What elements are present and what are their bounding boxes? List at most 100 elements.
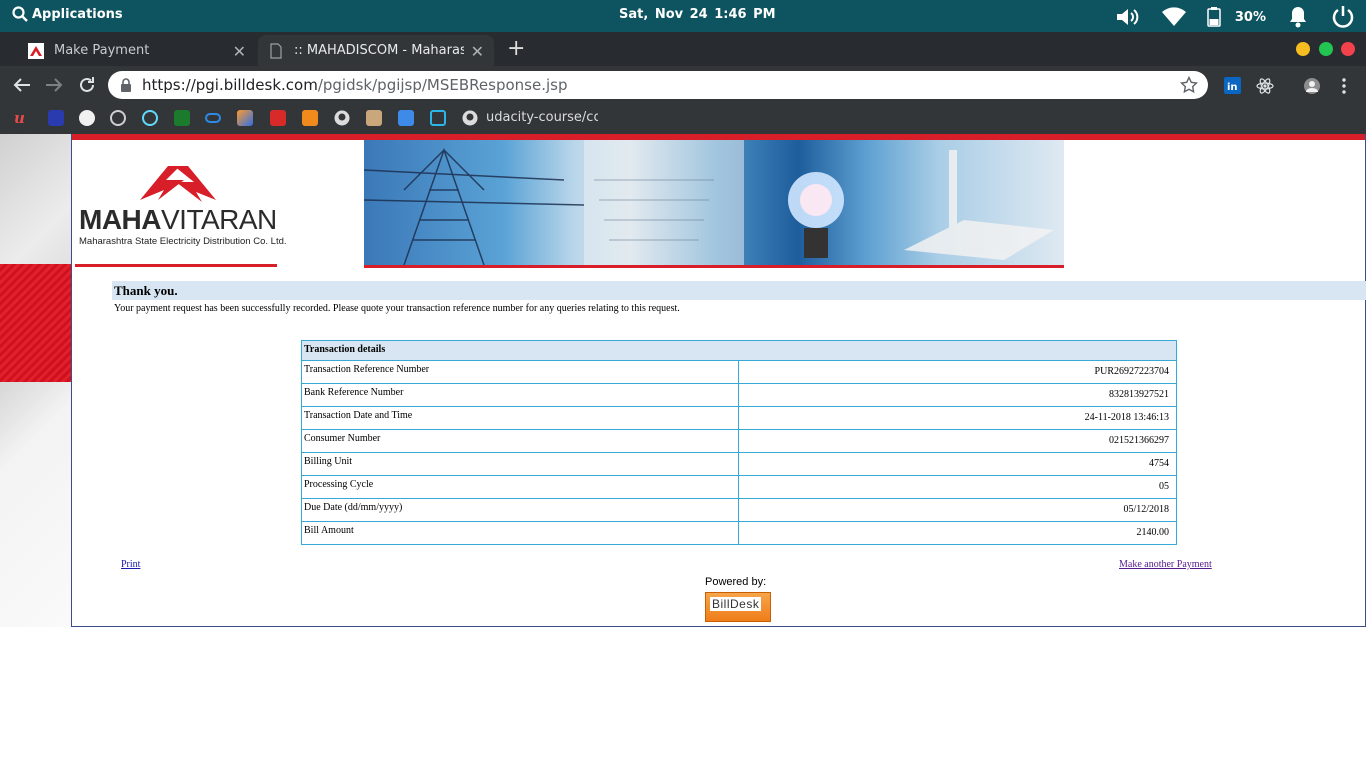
- github-bookmark-icon[interactable]: [462, 110, 478, 126]
- consumer-number-value: 021521366297: [738, 429, 1177, 453]
- close-window-button[interactable]: [1341, 42, 1355, 56]
- logo-word-bold: MAHA: [79, 204, 162, 235]
- bookmark-icon[interactable]: [430, 110, 446, 126]
- bookmark-icon[interactable]: [302, 110, 318, 126]
- bookmark-icon[interactable]: [110, 110, 126, 126]
- table-row: Processing Cycle 05: [301, 475, 1177, 499]
- flutter-bookmark-icon[interactable]: [398, 110, 414, 126]
- page-content: MAHAVITARAN Maharashtra State Electricit…: [0, 134, 1366, 768]
- system-top-bar: Applications Sat, Nov 24 1:46 PM 30%: [0, 0, 1366, 32]
- tab-mahadiscom[interactable]: :: MAHADISCOM - Maharashtra ✕: [258, 35, 494, 66]
- table-row: Due Date (dd/mm/yyyy) 05/12/2018: [301, 498, 1177, 522]
- table-row: Bank Reference Number 832813927521: [301, 383, 1177, 407]
- bookmarks-bar: u udacity-course/cour: [0, 104, 1366, 134]
- chrome-menu-icon[interactable]: [1341, 77, 1347, 95]
- table-title: Transaction details: [301, 340, 1177, 361]
- react-devtools-icon[interactable]: [1256, 77, 1274, 95]
- volume-icon[interactable]: [1115, 7, 1141, 27]
- url-path: /pgidsk/pgijsp/MSEBResponse.jsp: [317, 76, 568, 94]
- bank-reference-value: 832813927521: [738, 383, 1177, 407]
- table-row: Transaction Date and Time 24-11-2018 13:4…: [301, 406, 1177, 430]
- bookmark-star-icon[interactable]: [1180, 76, 1198, 94]
- table-row: Transaction Reference Number PUR269272237…: [301, 360, 1177, 384]
- url-host: https://pgi.billdesk.com: [142, 76, 318, 94]
- row-label: Bill Amount: [301, 521, 739, 545]
- maximize-button[interactable]: [1319, 42, 1333, 56]
- confirmation-message: Your payment request has been successful…: [114, 303, 680, 314]
- table-row: Billing Unit 4754: [301, 452, 1177, 476]
- address-bar[interactable]: https://pgi.billdesk.com/pgidsk/pgijsp/M…: [108, 71, 1208, 99]
- table-header-row: Transaction details: [301, 340, 1177, 361]
- wifi-icon[interactable]: [1161, 7, 1187, 27]
- browser-toolbar: https://pgi.billdesk.com/pgidsk/pgijsp/M…: [0, 66, 1366, 104]
- logo-subtitle: Maharashtra State Electricity Distributi…: [79, 236, 287, 247]
- back-arrow-icon[interactable]: [12, 75, 32, 95]
- mahavitaran-logo: MAHAVITARAN Maharashtra State Electricit…: [78, 162, 287, 262]
- notification-bell-icon[interactable]: [1286, 5, 1310, 29]
- make-another-payment-link[interactable]: Make another Payment: [1119, 559, 1212, 570]
- browser-tab-strip: Make Payment ✕ :: MAHADISCOM - Maharasht…: [0, 32, 1366, 66]
- billdesk-logo-text: BillDesk: [710, 597, 762, 611]
- row-label: Transaction Reference Number: [301, 360, 739, 384]
- minimize-button[interactable]: [1296, 42, 1310, 56]
- content-frame: MAHAVITARAN Maharashtra State Electricit…: [71, 134, 1366, 627]
- powered-by-label: Powered by:: [705, 576, 767, 588]
- system-tray: 30%: [1115, 4, 1356, 30]
- processing-cycle-value: 05: [738, 475, 1177, 499]
- close-tab-icon[interactable]: ✕: [471, 42, 484, 61]
- battery-icon: [1207, 7, 1221, 27]
- bookmark-icon[interactable]: [79, 110, 95, 126]
- bookmark-icon[interactable]: [366, 110, 382, 126]
- print-link[interactable]: Print: [121, 559, 140, 570]
- billdesk-logo: BillDesk: [705, 592, 771, 622]
- thank-you-heading: Thank you.: [112, 281, 1366, 300]
- row-label: Processing Cycle: [301, 475, 739, 499]
- billing-unit-value: 4754: [738, 452, 1177, 476]
- table-row: Bill Amount 2140.00: [301, 521, 1177, 545]
- search-icon: [12, 6, 28, 22]
- mahavitaran-favicon-icon: [28, 42, 44, 59]
- header-banner-image: [364, 140, 1064, 268]
- bookmark-icon[interactable]: [48, 110, 64, 126]
- applications-menu[interactable]: Applications: [12, 6, 123, 22]
- linkedin-extension-icon[interactable]: in: [1224, 77, 1241, 94]
- svg-text:in: in: [1227, 82, 1238, 93]
- forward-arrow-icon[interactable]: [44, 75, 64, 95]
- power-icon[interactable]: [1330, 4, 1356, 30]
- react-bookmark-icon[interactable]: [142, 110, 158, 126]
- bookmark-icon[interactable]: [205, 113, 221, 123]
- logo-wordmark: MAHAVITARAN: [79, 204, 277, 236]
- red-pattern-band: [0, 264, 71, 382]
- transaction-reference-value: PUR26927223704: [738, 360, 1177, 384]
- row-label: Transaction Date and Time: [301, 406, 739, 430]
- bookmark-label[interactable]: udacity-course/cour: [486, 110, 598, 125]
- bill-amount-value: 2140.00: [738, 521, 1177, 545]
- url-text: https://pgi.billdesk.com/pgidsk/pgijsp/M…: [142, 76, 567, 94]
- due-date-value: 05/12/2018: [738, 498, 1177, 522]
- profile-avatar-icon[interactable]: [1302, 77, 1322, 95]
- battery-percent: 30%: [1234, 9, 1266, 25]
- clock[interactable]: Sat, Nov 24 1:46 PM: [619, 7, 776, 22]
- row-label: Due Date (dd/mm/yyyy): [301, 498, 739, 522]
- banner-collage: [364, 140, 1054, 265]
- close-tab-icon[interactable]: ✕: [233, 42, 246, 61]
- transaction-datetime-value: 24-11-2018 13:46:13: [738, 406, 1177, 430]
- bookmark-icon[interactable]: [174, 110, 190, 126]
- bookmark-icon[interactable]: [237, 110, 253, 126]
- logo-underline: [75, 264, 277, 267]
- transaction-details-table: Transaction details Transaction Referenc…: [301, 340, 1177, 545]
- row-label: Consumer Number: [301, 429, 739, 453]
- tab-title: Make Payment: [54, 43, 150, 58]
- bookmark-icon[interactable]: [270, 110, 286, 126]
- left-decorative-strip: [0, 134, 71, 627]
- github-bookmark-icon[interactable]: [334, 110, 350, 126]
- lock-icon[interactable]: [120, 78, 132, 92]
- udemy-bookmark-icon[interactable]: u: [14, 110, 30, 126]
- row-label: Billing Unit: [301, 452, 739, 476]
- tab-make-payment[interactable]: Make Payment ✕: [18, 35, 256, 66]
- battery-indicator[interactable]: 30%: [1207, 7, 1266, 27]
- tab-title: :: MAHADISCOM - Maharashtra: [294, 43, 464, 58]
- new-tab-button[interactable]: +: [507, 38, 525, 60]
- page-icon: [270, 42, 282, 59]
- reload-icon[interactable]: [77, 75, 97, 95]
